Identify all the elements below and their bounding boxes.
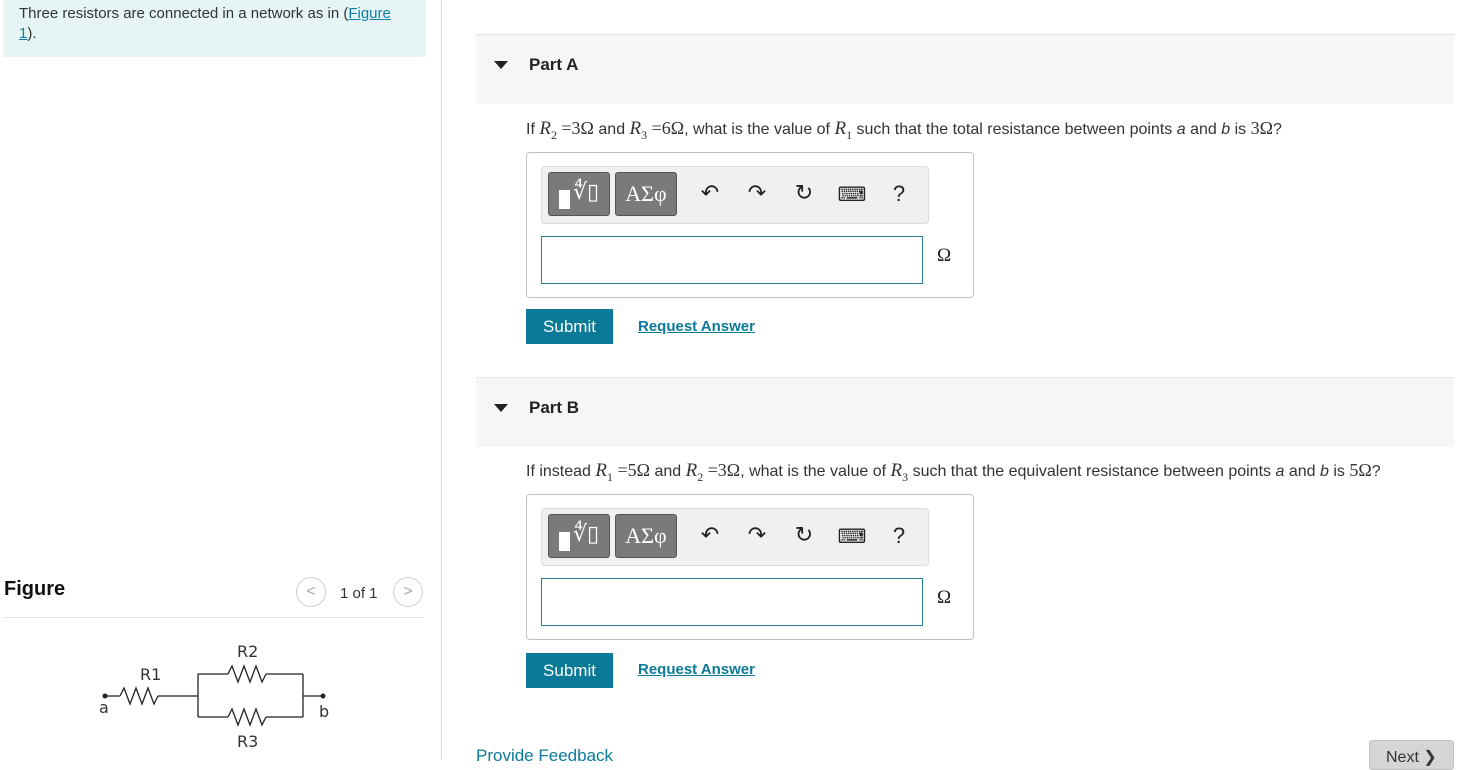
figure-title: Figure (4, 578, 66, 600)
part-a-submit-button[interactable]: Submit (526, 309, 613, 344)
keyboard-icon[interactable]: ⌨ (837, 179, 867, 209)
part-a-request-answer-link[interactable]: Request Answer (638, 318, 755, 335)
part-b-header[interactable]: Part B (476, 377, 1454, 447)
provide-feedback-link[interactable]: Provide Feedback (476, 746, 613, 766)
part-b-math-toolbar: ∜▯ ΑΣφ ↶ ↷ ↻ ⌨ ? (541, 508, 929, 566)
part-a-answer-box: ∜▯ ΑΣφ ↶ ↷ ↻ ⌨ ? Ω (526, 152, 974, 298)
part-b-answer-input[interactable] (541, 578, 923, 626)
part-b-answer-box: ∜▯ ΑΣφ ↶ ↷ ↻ ⌨ ? Ω (526, 494, 974, 640)
part-a-header[interactable]: Part A (476, 34, 1454, 104)
part-a-question: If R2 =3Ω and R3 =6Ω, what is the value … (526, 118, 1282, 142)
next-button[interactable]: Next ❯ (1369, 740, 1454, 770)
label-r1: R1 (140, 665, 161, 684)
label-r2: R2 (237, 642, 258, 661)
part-a-unit: Ω (937, 245, 952, 266)
part-a-title: Part A (529, 55, 579, 74)
reset-icon[interactable]: ↻ (789, 521, 819, 551)
templates-icon[interactable]: ∜▯ (548, 514, 610, 558)
keyboard-icon[interactable]: ⌨ (837, 521, 867, 551)
caret-down-icon (494, 404, 508, 412)
part-b-request-answer-link[interactable]: Request Answer (638, 661, 755, 678)
caret-down-icon (494, 61, 508, 69)
help-icon[interactable]: ? (884, 521, 914, 551)
redo-icon[interactable]: ↷ (742, 521, 772, 551)
intro-text-end: ). (27, 25, 37, 42)
label-a: a (99, 698, 109, 717)
intro-text: Three resistors are connected in a netwo… (19, 5, 349, 22)
label-r3: R3 (237, 732, 258, 751)
greek-symbols-icon[interactable]: ΑΣφ (615, 172, 677, 216)
undo-icon[interactable]: ↶ (695, 521, 725, 551)
terminal-b (320, 693, 326, 699)
part-a-answer-input[interactable] (541, 236, 923, 284)
part-b-question: If instead R1 =5Ω and R2 =3Ω, what is th… (526, 460, 1381, 484)
part-b-unit: Ω (937, 587, 952, 608)
part-a-math-toolbar: ∜▯ ΑΣφ ↶ ↷ ↻ ⌨ ? (541, 166, 929, 224)
problem-intro: Three resistors are connected in a netwo… (3, 0, 426, 57)
right-panel: Part A If R2 =3Ω and R3 =6Ω, what is the… (476, 0, 1454, 770)
circuit-diagram: R1 R2 R3 a b (99, 642, 329, 751)
part-b-title: Part B (529, 398, 580, 417)
greek-symbols-icon[interactable]: ΑΣφ (615, 514, 677, 558)
prev-figure-button[interactable]: < (296, 577, 326, 607)
templates-icon[interactable]: ∜▯ (548, 172, 610, 216)
figure-header: Figure < 1 of 1 > (4, 576, 424, 618)
chevron-left-icon: < (306, 583, 316, 600)
label-b: b (319, 702, 329, 721)
chevron-right-icon: > (403, 583, 413, 600)
next-figure-button[interactable]: > (393, 577, 423, 607)
redo-icon[interactable]: ↷ (742, 179, 772, 209)
figure-pager: 1 of 1 (340, 585, 378, 602)
help-icon[interactable]: ? (884, 179, 914, 209)
undo-icon[interactable]: ↶ (695, 179, 725, 209)
left-panel: Three resistors are connected in a netwo… (0, 0, 442, 759)
reset-icon[interactable]: ↻ (789, 179, 819, 209)
part-b-submit-button[interactable]: Submit (526, 653, 613, 688)
